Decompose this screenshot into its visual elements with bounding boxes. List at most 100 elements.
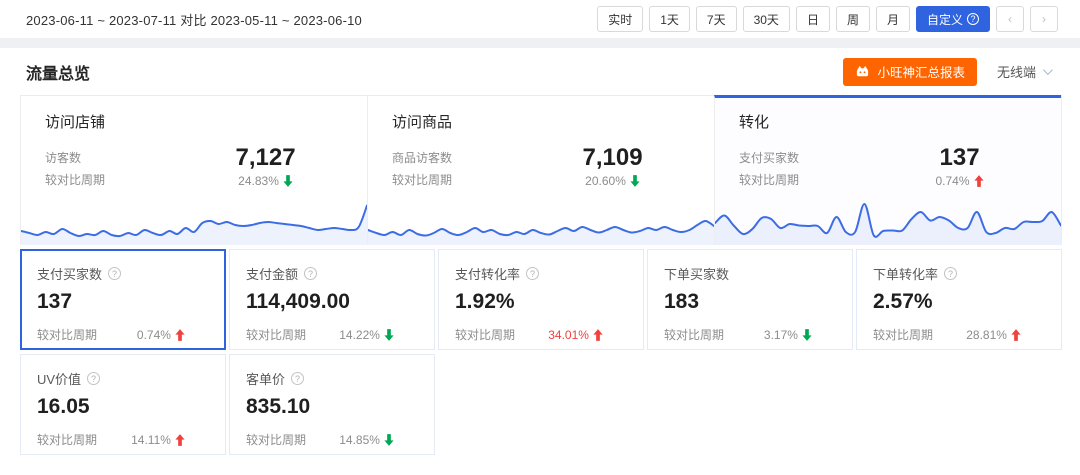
- metric-compare-label: 较对比周期: [37, 431, 97, 448]
- tab-title: 访问店铺: [45, 111, 343, 132]
- tab-pct-value: 24.83%: [238, 171, 279, 191]
- metric-card-pay-amount[interactable]: 支付金额 ? 114,409.00 较对比周期 14.22%: [229, 249, 435, 350]
- next-icon: ›: [1042, 12, 1046, 26]
- down-arrow-icon: [384, 329, 394, 341]
- metric-pct-value: 14.11%: [131, 433, 171, 447]
- mascot-cat-icon: [855, 64, 870, 79]
- up-arrow-icon: [593, 329, 603, 341]
- metric-value: 114,409.00: [246, 290, 418, 314]
- metric-compare-label: 较对比周期: [873, 326, 933, 343]
- overview-tabs: 访问店铺 访客数 较对比周期 7,127 24.83% 访问商品 商品访客数: [20, 95, 1062, 245]
- help-question-icon[interactable]: ?: [291, 372, 304, 385]
- metric-cards-row-2: UV价值 ? 16.05 较对比周期 14.11% 客单价 ? 835.10 较…: [20, 354, 1062, 455]
- metric-pct-value: 14.22%: [339, 328, 380, 342]
- metric-card-pay-buyers[interactable]: 支付买家数 ? 137 较对比周期 0.74%: [20, 249, 226, 350]
- metric-value: 16.05: [37, 395, 209, 419]
- tab-metric-value: 7,109: [535, 145, 690, 171]
- metric-compare-label: 较对比周期: [246, 326, 306, 343]
- tab-title: 转化: [739, 111, 1037, 132]
- overview-tab-conversion[interactable]: 转化 支付买家数 较对比周期 137 0.74%: [714, 95, 1061, 245]
- metric-label: 下单买家数: [664, 264, 729, 283]
- page-title: 流量总览: [26, 60, 90, 84]
- metric-pct-value: 28.81%: [966, 328, 1007, 342]
- metric-pct-value: 0.74%: [137, 328, 171, 342]
- metric-card-avg-order-value[interactable]: 客单价 ? 835.10 较对比周期 14.85%: [229, 354, 435, 455]
- up-arrow-icon: [175, 329, 185, 341]
- help-question-icon[interactable]: ?: [944, 267, 957, 280]
- summary-report-button[interactable]: 小旺神汇总报表: [843, 58, 977, 86]
- metric-value: 137: [37, 290, 209, 314]
- up-arrow-icon: [1011, 329, 1021, 341]
- tab-metric-value: 137: [882, 145, 1037, 171]
- tab-compare-label: 较对比周期: [45, 169, 188, 191]
- metric-card-order-buyers[interactable]: 下单买家数 183 较对比周期 3.17%: [647, 249, 853, 350]
- metric-pct-value: 3.17%: [764, 328, 798, 342]
- tab-pct-value: 20.60%: [585, 171, 626, 191]
- chevron-down-icon: [1043, 65, 1053, 75]
- prev-icon: ‹: [1008, 12, 1012, 26]
- tab-metric-label: 商品访客数: [392, 147, 535, 169]
- metric-value: 835.10: [246, 395, 418, 419]
- up-arrow-icon: [974, 175, 984, 187]
- metric-label: 客单价: [246, 369, 285, 388]
- metric-compare-label: 较对比周期: [455, 326, 515, 343]
- time-filter-day[interactable]: 日: [796, 6, 830, 32]
- channel-dropdown[interactable]: 无线端: [997, 62, 1050, 81]
- page-background-divider: [0, 38, 1080, 48]
- help-question-icon[interactable]: ?: [87, 372, 100, 385]
- overview-tab-visit-item[interactable]: 访问商品 商品访客数 较对比周期 7,109 20.60%: [367, 95, 714, 245]
- time-filter-week[interactable]: 周: [836, 6, 870, 32]
- time-filter-custom[interactable]: 自定义?: [916, 6, 990, 32]
- time-filter-1d[interactable]: 1天: [649, 6, 690, 32]
- top-toolbar: 2023-06-11 ~ 2023-07-11 对比 2023-05-11 ~ …: [0, 0, 1080, 38]
- up-arrow-icon: [175, 434, 185, 446]
- metric-label: 支付转化率: [455, 264, 520, 283]
- traffic-overview-header: 流量总览 小旺神汇总报表 无线端: [0, 48, 1080, 95]
- tab-title: 访问商品: [392, 111, 690, 132]
- metric-compare-label: 较对比周期: [37, 326, 97, 343]
- help-question-icon[interactable]: ?: [108, 267, 121, 280]
- tab-pct-value: 0.74%: [936, 171, 970, 191]
- metric-card-order-conversion-rate[interactable]: 下单转化率 ? 2.57% 较对比周期 28.81%: [856, 249, 1062, 350]
- date-range-text[interactable]: 2023-06-11 ~ 2023-07-11 对比 2023-05-11 ~ …: [26, 10, 362, 29]
- metric-pct-value: 14.85%: [339, 433, 380, 447]
- metric-compare-label: 较对比周期: [664, 326, 724, 343]
- metric-value: 1.92%: [455, 290, 627, 314]
- sparkline-chart: [715, 193, 1061, 245]
- time-filter-7d[interactable]: 7天: [696, 6, 737, 32]
- metric-label: UV价值: [37, 369, 81, 388]
- help-question-icon[interactable]: ?: [304, 267, 317, 280]
- metric-card-uv-value[interactable]: UV价值 ? 16.05 较对比周期 14.11%: [20, 354, 226, 455]
- metric-pct-value: 34.01%: [548, 328, 589, 342]
- help-question-icon[interactable]: ?: [526, 267, 539, 280]
- time-filter-month[interactable]: 月: [876, 6, 910, 32]
- prev-period-button[interactable]: ‹: [996, 6, 1024, 32]
- tab-metric-label: 访客数: [45, 147, 188, 169]
- metric-label: 支付金额: [246, 264, 298, 283]
- tab-metric-label: 支付买家数: [739, 147, 882, 169]
- time-filter-realtime[interactable]: 实时: [597, 6, 643, 32]
- metric-value: 2.57%: [873, 290, 1045, 314]
- metric-label: 支付买家数: [37, 264, 102, 283]
- time-filter-30d[interactable]: 30天: [743, 6, 790, 32]
- down-arrow-icon: [802, 329, 812, 341]
- time-filter-group: 实时1天7天30天日周月自定义? ‹ ›: [597, 6, 1058, 32]
- custom-label: 自定义: [927, 11, 963, 28]
- metric-compare-label: 较对比周期: [246, 431, 306, 448]
- sparkline-chart: [21, 193, 367, 245]
- down-arrow-icon: [630, 175, 640, 187]
- tab-compare-label: 较对比周期: [392, 169, 535, 191]
- metric-card-pay-conversion-rate[interactable]: 支付转化率 ? 1.92% 较对比周期 34.01%: [438, 249, 644, 350]
- sparkline-chart: [368, 193, 714, 245]
- down-arrow-icon: [283, 175, 293, 187]
- next-period-button[interactable]: ›: [1030, 6, 1058, 32]
- metric-value: 183: [664, 290, 836, 314]
- tab-compare-label: 较对比周期: [739, 169, 882, 191]
- overview-tab-visit-shop[interactable]: 访问店铺 访客数 较对比周期 7,127 24.83%: [21, 95, 367, 245]
- down-arrow-icon: [384, 434, 394, 446]
- metric-label: 下单转化率: [873, 264, 938, 283]
- help-question-icon: ?: [967, 13, 979, 25]
- channel-value: 无线端: [997, 62, 1036, 81]
- summary-report-label: 小旺神汇总报表: [877, 62, 965, 81]
- metric-cards-row-1: 支付买家数 ? 137 较对比周期 0.74% 支付金额 ? 114,409.0…: [20, 249, 1062, 350]
